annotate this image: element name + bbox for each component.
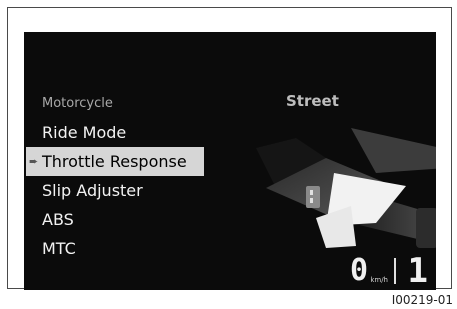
gear-indicator: 1 — [407, 251, 428, 290]
instrument-display: Motorcycle Street Ride Mode ➨ Throttle R… — [24, 32, 436, 290]
category-label: Motorcycle — [42, 96, 113, 111]
speed-readout: 0 — [349, 253, 368, 288]
figure-frame: Motorcycle Street Ride Mode ➨ Throttle R… — [7, 7, 452, 290]
menu-item-slip-adjuster[interactable]: Slip Adjuster — [24, 176, 254, 205]
menu-item-abs[interactable]: ABS — [24, 205, 254, 234]
current-mode-value: Street — [286, 92, 339, 110]
menu-item-mtc[interactable]: MTC — [24, 234, 254, 263]
menu-item-ride-mode[interactable]: Ride Mode — [24, 118, 254, 147]
menu-item-label: Ride Mode — [42, 123, 127, 142]
menu-item-label: MTC — [42, 239, 76, 258]
menu-item-label: ABS — [42, 210, 74, 229]
speed-unit-label: km/h — [370, 276, 388, 284]
throttle-grip-illustration — [256, 128, 436, 248]
selection-arrow-icon: ➨ — [29, 155, 39, 168]
speed-gear-divider — [394, 258, 396, 284]
figure-id-label: I00219-01 — [391, 293, 453, 307]
menu-item-label: Throttle Response — [42, 152, 187, 171]
settings-menu: Ride Mode ➨ Throttle Response Slip Adjus… — [24, 118, 254, 263]
menu-item-throttle-response[interactable]: ➨ Throttle Response — [26, 147, 204, 176]
menu-item-label: Slip Adjuster — [42, 181, 143, 200]
